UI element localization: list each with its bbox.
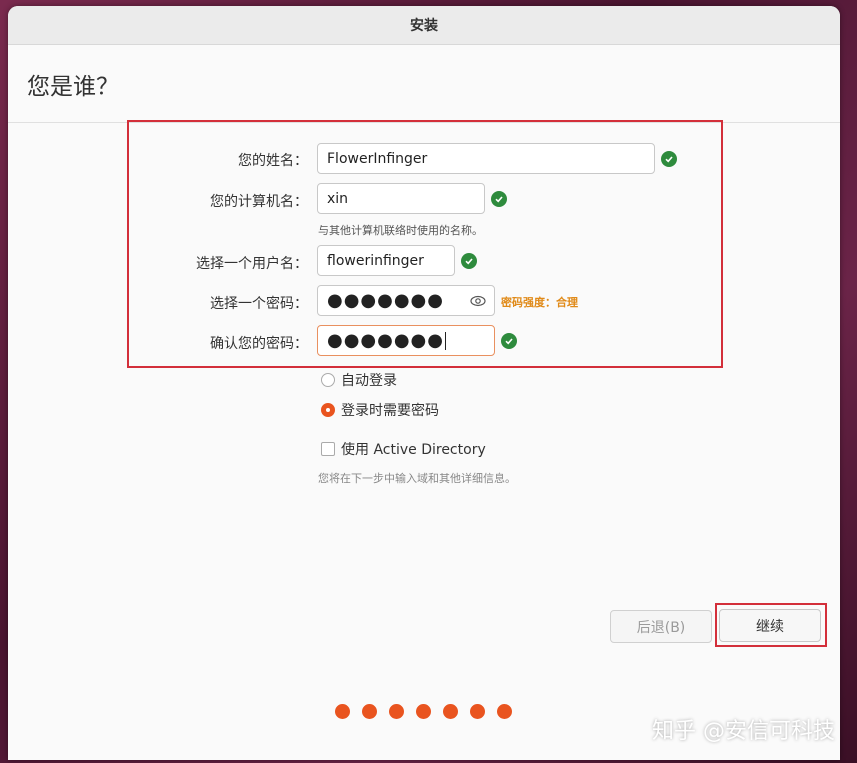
page-title: 您是谁？ — [8, 45, 840, 123]
name-label: 您的姓名： — [238, 153, 308, 169]
computer-name-hint: 与其他计算机联络时使用的名称。 — [318, 224, 483, 237]
password-label: 选择一个密码： — [210, 296, 308, 312]
progress-dot — [335, 704, 350, 719]
active-directory-label: 使用 Active Directory — [341, 442, 486, 458]
progress-dot — [470, 704, 485, 719]
active-directory-checkbox[interactable]: 使用 Active Directory — [321, 439, 486, 459]
username-field[interactable]: flowerinfinger — [317, 245, 455, 276]
require-password-radio[interactable]: 登录时需要密码 — [321, 400, 439, 420]
progress-dot — [497, 704, 512, 719]
auto-login-label: 自动登录 — [341, 373, 397, 389]
computer-name-valid-check-icon — [491, 191, 507, 207]
computer-name-label: 您的计算机名： — [210, 194, 308, 210]
text-cursor — [444, 331, 446, 350]
progress-dot — [389, 704, 404, 719]
computer-name-field[interactable]: xin — [317, 183, 485, 214]
require-password-radio-indicator — [321, 403, 335, 417]
username-valid-check-icon — [461, 253, 477, 269]
continue-button[interactable]: 继续 — [719, 609, 821, 642]
name-field[interactable]: FlowerInfinger — [317, 143, 655, 174]
require-password-label: 登录时需要密码 — [341, 403, 439, 419]
confirm-password-valid-check-icon — [501, 333, 517, 349]
active-directory-checkbox-indicator — [321, 442, 335, 456]
active-directory-hint: 您将在下一步中输入域和其他详细信息。 — [318, 472, 516, 485]
name-field-value: FlowerInfinger — [327, 150, 428, 167]
username-label: 选择一个用户名： — [196, 256, 308, 272]
show-password-eye-icon[interactable] — [470, 294, 486, 312]
back-button[interactable]: 后退(B) — [610, 610, 712, 643]
password-field[interactable]: ●●●●●●● — [317, 285, 495, 316]
progress-dot — [362, 704, 377, 719]
progress-dot — [443, 704, 458, 719]
name-valid-check-icon — [661, 151, 677, 167]
computer-name-field-value: xin — [327, 190, 349, 207]
password-field-value: ●●●●●●● — [327, 289, 444, 311]
username-field-value: flowerinfinger — [327, 252, 424, 269]
window-title: 安装 — [8, 6, 840, 45]
confirm-password-field[interactable]: ●●●●●●● — [317, 325, 495, 356]
progress-dot — [416, 704, 431, 719]
auto-login-radio-indicator — [321, 373, 335, 387]
installer-window: 安装 您是谁？ 您的姓名： FlowerInfinger 您的计算机名： xin… — [8, 6, 840, 760]
password-strength-label: 密码强度：合理 — [501, 296, 578, 309]
confirm-password-field-value: ●●●●●●● — [327, 329, 444, 351]
confirm-password-label: 确认您的密码： — [210, 336, 308, 352]
watermark: 知乎 @安信可科技 — [652, 719, 835, 744]
auto-login-radio[interactable]: 自动登录 — [321, 370, 397, 390]
